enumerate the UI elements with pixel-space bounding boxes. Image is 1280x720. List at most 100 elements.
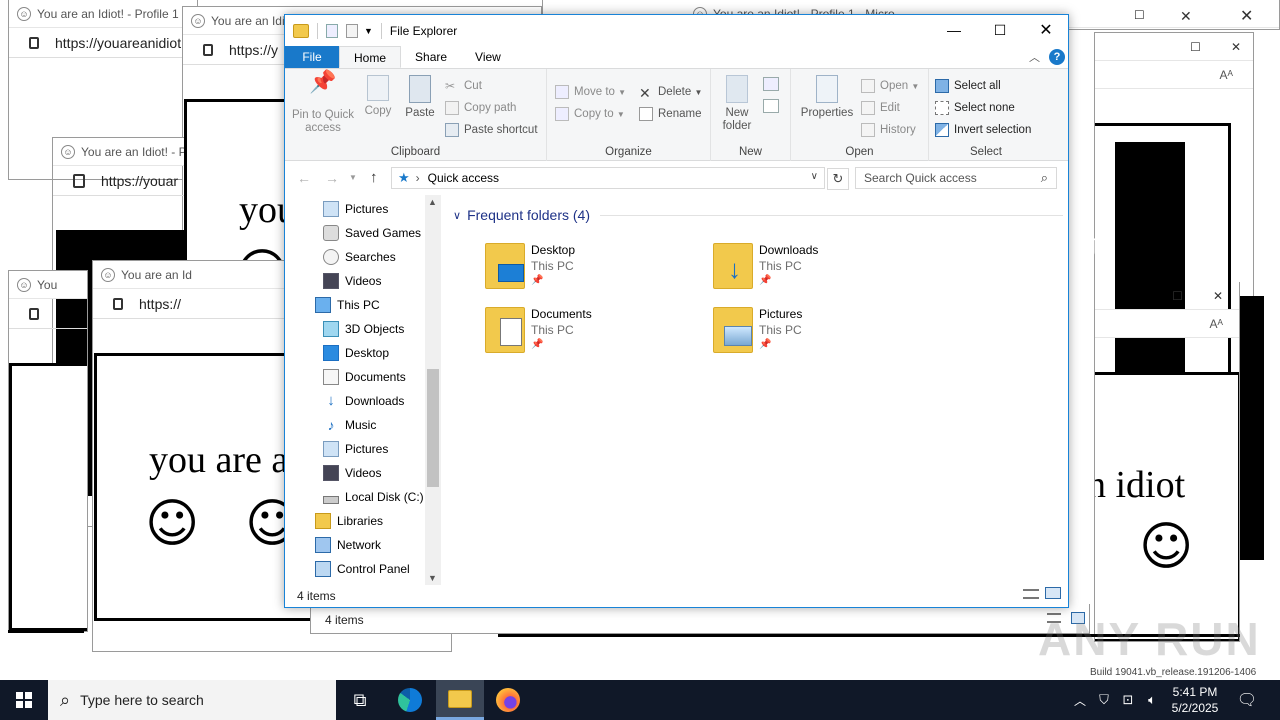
delete-button[interactable]: ✕ Delete ▼ [639, 83, 702, 101]
tiles-view-icon[interactable] [1045, 587, 1061, 599]
properties-button[interactable]: Properties [799, 75, 855, 120]
paste-shortcut-button[interactable]: Paste shortcut [445, 121, 538, 139]
pin-icon: 📌 [309, 69, 337, 94]
close-icon[interactable]: ✕ [1213, 289, 1223, 303]
recent-locations-button[interactable]: ▼ [349, 173, 357, 182]
address-bar[interactable]: https://youareanidiot [9, 28, 197, 58]
select-all-button[interactable]: Select all [935, 77, 1001, 95]
close-icon[interactable]: ✕ [1180, 8, 1192, 25]
taskbar-search-box[interactable]: ⌕ Type here to search [48, 680, 336, 720]
tree-item-videos[interactable]: Videos [323, 269, 381, 293]
tree-item-local-disk[interactable]: Local Disk (C:) [323, 485, 424, 509]
scissors-icon: ✂ [445, 79, 456, 93]
maximize-button[interactable]: ☐ [977, 15, 1023, 45]
firefox-taskbar-button[interactable] [484, 680, 532, 720]
maximize-icon[interactable]: ☐ [1172, 289, 1183, 303]
tray-app-icon[interactable]: ⛉ [1094, 680, 1114, 720]
scroll-down-icon[interactable]: ▼ [428, 573, 437, 583]
cut-button[interactable]: ✂ Cut [445, 77, 482, 95]
edit-button[interactable]: Edit [861, 99, 900, 117]
scroll-up-icon[interactable]: ▲ [428, 197, 437, 207]
lock-icon [113, 297, 123, 310]
copy-to-button[interactable]: Copy to ▼ [555, 105, 625, 123]
invert-selection-button[interactable]: Invert selection [935, 121, 1031, 139]
tree-item-documents[interactable]: Documents [323, 365, 406, 389]
tree-item-pictures-pc[interactable]: Pictures [323, 437, 388, 461]
read-aloud-icon[interactable]: Aᴬ [1210, 317, 1223, 331]
file-explorer-taskbar-button[interactable] [436, 680, 484, 720]
show-hidden-icons-button[interactable]: ︿ [1070, 680, 1090, 720]
tree-item-saved-games[interactable]: Saved Games [323, 221, 421, 245]
forward-button[interactable]: → [325, 170, 339, 186]
folder-tile-documents[interactable]: Documents This PC 📌 [485, 305, 695, 361]
firefox-icon [496, 688, 520, 712]
browser-tab[interactable]: ☺ You are an Idiot! - Pr [53, 138, 184, 166]
tree-item-libraries[interactable]: Libraries [315, 509, 383, 533]
new-folder-button[interactable]: New folder [715, 75, 759, 133]
tree-item-network[interactable]: Network [315, 533, 381, 557]
address-dropdown-icon[interactable]: ∨ [811, 171, 818, 182]
tree-item-desktop[interactable]: Desktop [323, 341, 389, 365]
move-to-button[interactable]: Move to ▼ [555, 83, 626, 101]
maximize-icon[interactable]: ☐ [1134, 8, 1145, 22]
search-box[interactable]: Search Quick access ⌕ [855, 167, 1057, 189]
volume-tray-button[interactable]: 🔈︎ [1142, 680, 1162, 720]
help-icon[interactable]: ? [1049, 49, 1065, 65]
up-button[interactable]: ↑ [370, 169, 378, 186]
read-aloud-icon[interactable]: Aᴬ [1220, 68, 1233, 82]
shield-icon: ⛉ [1099, 692, 1109, 707]
tree-item-videos-pc[interactable]: Videos [323, 461, 381, 485]
tree-item-searches[interactable]: Searches [323, 245, 396, 269]
address-bar[interactable]: https://youar [53, 166, 184, 196]
notifications-button[interactable]: 🗨︎ [1232, 680, 1262, 720]
tree-item-control-panel[interactable]: Control Panel [315, 557, 410, 581]
new-folder-qa-icon[interactable] [346, 24, 358, 38]
clock[interactable]: 5:41 PM 5/2/2025 [1166, 680, 1224, 720]
tab-file[interactable]: File [285, 46, 339, 68]
tree-item-3d-objects[interactable]: 3D Objects [323, 317, 404, 341]
chevron-up-icon[interactable]: ︿ [1029, 49, 1040, 65]
breadcrumb-location[interactable]: Quick access [428, 171, 499, 185]
tab-view[interactable]: View [461, 46, 515, 68]
section-header[interactable]: ∨ Frequent folders (4) [453, 207, 1063, 223]
tree-item-pictures[interactable]: Pictures [323, 197, 388, 221]
pin-quick-access-button[interactable]: 📌 Pin to Quick access [289, 69, 357, 135]
new-item-icon[interactable] [763, 77, 779, 91]
tree-item-downloads[interactable]: ↓ Downloads [323, 389, 404, 413]
browser-tab[interactable]: ☺ You are an Idiot! - Profile 1 [9, 0, 197, 28]
open-button[interactable]: Open ▼ [861, 77, 919, 95]
edge-taskbar-button[interactable] [386, 680, 434, 720]
network-tray-button[interactable]: ⊡ [1118, 680, 1138, 720]
scroll-thumb[interactable] [427, 369, 439, 487]
properties-qa-icon[interactable] [326, 24, 338, 38]
navigation-scrollbar[interactable]: ▲ ▼ [425, 195, 441, 585]
folder-tile-desktop[interactable]: Desktop This PC 📌 [485, 241, 695, 297]
easy-access-icon[interactable] [763, 99, 779, 113]
chevron-down-icon[interactable]: ▼ [364, 26, 373, 36]
address-bar[interactable]: ★ › Quick access ∨ [391, 167, 825, 189]
select-none-button[interactable]: Select none [935, 99, 1015, 117]
refresh-button[interactable]: ↻ [827, 168, 849, 190]
start-button[interactable] [0, 680, 48, 720]
history-button[interactable]: History [861, 121, 916, 139]
folder-tile-downloads[interactable]: ↓ Downloads This PC 📌 [713, 241, 923, 297]
close-icon[interactable]: ✕ [1240, 6, 1253, 26]
paste-button[interactable]: Paste [401, 75, 439, 120]
tree-item-music[interactable]: ♪ Music [323, 413, 377, 437]
folder-tile-pictures[interactable]: Pictures This PC 📌 [713, 305, 923, 361]
details-view-icon[interactable] [1023, 589, 1039, 599]
copy-button[interactable]: Copy [359, 75, 397, 118]
tree-item-this-pc[interactable]: This PC [315, 293, 380, 317]
close-icon[interactable]: ✕ [1231, 40, 1241, 54]
tab-share[interactable]: Share [401, 46, 461, 68]
browser-tab[interactable]: ☺ You [9, 271, 87, 299]
minimize-button[interactable]: — [931, 15, 977, 45]
back-button[interactable]: ← [297, 170, 311, 186]
copy-path-button[interactable]: Copy path [445, 99, 516, 117]
rename-button[interactable]: Rename [639, 105, 701, 123]
close-button[interactable]: ✕ [1023, 15, 1069, 45]
tab-home[interactable]: Home [339, 46, 402, 68]
address-bar[interactable] [9, 299, 87, 329]
task-view-button[interactable]: ⧉ [336, 680, 384, 720]
maximize-icon[interactable]: ☐ [1190, 40, 1201, 54]
